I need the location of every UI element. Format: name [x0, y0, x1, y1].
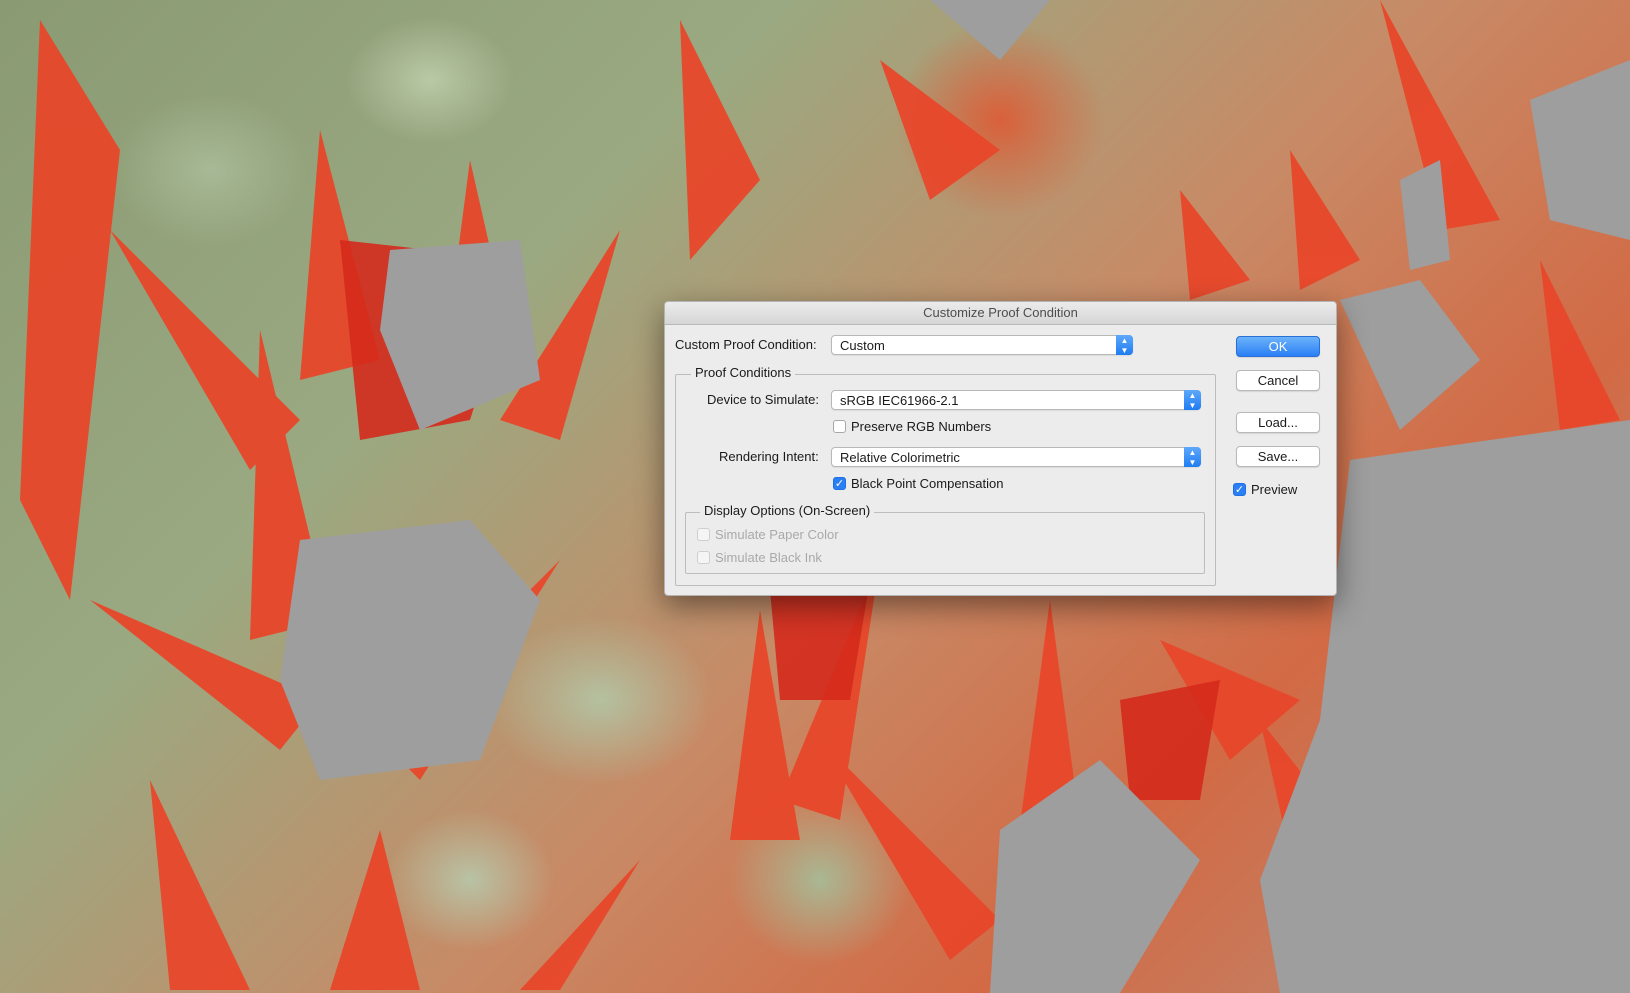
- chevron-updown-icon: ▲ ▼: [1184, 390, 1201, 410]
- custom-proof-condition-value: Custom: [840, 338, 885, 353]
- rendering-intent-label: Rendering Intent:: [719, 449, 819, 464]
- rendering-intent-value: Relative Colorimetric: [840, 450, 960, 465]
- checkmark-icon: ✓: [1234, 484, 1245, 496]
- simulate-black-ink-checkbox[interactable]: [697, 551, 710, 564]
- preserve-rgb-checkbox[interactable]: [833, 420, 846, 433]
- dialog-title: Customize Proof Condition: [665, 302, 1336, 325]
- ok-button[interactable]: OK: [1236, 336, 1320, 357]
- preview-checkbox[interactable]: ✓: [1233, 483, 1246, 496]
- load-button[interactable]: Load...: [1236, 412, 1320, 433]
- device-to-simulate-label: Device to Simulate:: [707, 392, 819, 407]
- black-point-compensation-label: Black Point Compensation: [851, 476, 1004, 491]
- proof-conditions-label: Proof Conditions: [691, 365, 796, 380]
- chevron-updown-icon: ▲ ▼: [1116, 335, 1133, 355]
- rendering-intent-select[interactable]: Relative Colorimetric ▲ ▼: [831, 447, 1201, 467]
- checkmark-icon: ✓: [834, 478, 845, 490]
- cancel-button[interactable]: Cancel: [1236, 370, 1320, 391]
- display-options-label: Display Options (On-Screen): [700, 503, 875, 518]
- preserve-rgb-label: Preserve RGB Numbers: [851, 419, 992, 434]
- black-point-compensation-checkbox[interactable]: ✓: [833, 477, 846, 490]
- simulate-black-ink-label: Simulate Black Ink: [715, 550, 822, 565]
- device-to-simulate-select[interactable]: sRGB IEC61966-2.1 ▲ ▼: [831, 390, 1201, 410]
- simulate-paper-color-label: Simulate Paper Color: [715, 527, 839, 542]
- customize-proof-condition-dialog: Customize Proof Condition Custom Proof C…: [664, 301, 1337, 596]
- save-button[interactable]: Save...: [1236, 446, 1320, 467]
- simulate-paper-color-checkbox[interactable]: [697, 528, 710, 541]
- custom-proof-condition-select[interactable]: Custom ▲ ▼: [831, 335, 1133, 355]
- preview-label: Preview: [1251, 482, 1298, 497]
- chevron-updown-icon: ▲ ▼: [1184, 447, 1201, 467]
- device-to-simulate-value: sRGB IEC61966-2.1: [840, 393, 959, 408]
- custom-proof-condition-label: Custom Proof Condition:: [675, 337, 817, 352]
